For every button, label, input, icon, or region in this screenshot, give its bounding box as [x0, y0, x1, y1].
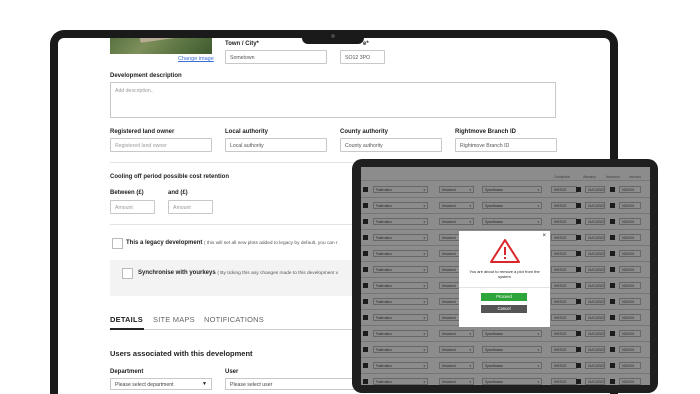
and-label: and (£) [168, 190, 188, 196]
description-label: Development description [110, 73, 182, 79]
modal-divider [459, 287, 550, 288]
active-tab-indicator [110, 328, 144, 330]
camera-notch [302, 30, 364, 44]
tab-site-maps[interactable]: SITE MAPS [153, 315, 195, 324]
user-select[interactable]: Please select user [225, 378, 355, 390]
description-textarea[interactable]: Add description.. [110, 82, 556, 118]
sync-description: ( By ticking this any changes made to th… [217, 271, 339, 276]
change-image-link[interactable]: Change image [178, 56, 214, 62]
local-authority-label: Local authority [225, 129, 269, 135]
cooling-off-label: Cooling off period possible cost retenti… [110, 174, 230, 180]
confirm-modal: × You are about to remove a plot from th… [459, 231, 550, 327]
proceed-button[interactable]: Proceed [481, 293, 527, 301]
legacy-checkbox[interactable] [112, 238, 123, 249]
department-select-value: Please select department [115, 382, 174, 388]
land-owner-label: Registered land owner [110, 129, 175, 135]
postcode-label: e* [363, 41, 369, 47]
user-select-value: Please select user [230, 382, 273, 388]
sync-title: Synchronise with yourkeys [138, 270, 216, 276]
warning-icon [490, 239, 520, 263]
legacy-title: This a legacy development [126, 240, 203, 246]
close-icon[interactable]: × [542, 233, 546, 239]
cancel-button[interactable]: Cancel [481, 305, 527, 313]
amount-from-input[interactable]: Amount [110, 200, 155, 214]
sync-option: Synchronise with yourkeys ( By ticking t… [138, 270, 338, 276]
county-authority-label: County authority [340, 129, 388, 135]
tablet-frame: Completion Warranty Handover Invoiced Fa… [352, 159, 658, 393]
county-authority-input[interactable]: County authority [340, 138, 442, 152]
between-label: Between (£) [110, 190, 144, 196]
chevron-down-icon: ▼ [202, 381, 207, 387]
tab-notifications[interactable]: NOTIFICATIONS [204, 315, 264, 324]
department-select[interactable]: Please select department ▼ [110, 378, 212, 390]
tablet-screen: Completion Warranty Handover Invoiced Fa… [361, 167, 650, 385]
tab-details[interactable]: DETAILS [110, 315, 143, 324]
rightmove-input[interactable]: Rightmove Branch ID [455, 138, 557, 152]
amount-to-input[interactable]: Amount [168, 200, 213, 214]
users-section-title: Users associated with this development [110, 349, 253, 358]
local-authority-input[interactable]: Local authority [225, 138, 327, 152]
development-image [110, 38, 212, 54]
postcode-input[interactable]: SO12 3PO [340, 50, 385, 64]
land-owner-input[interactable]: Registered land owner [110, 138, 212, 152]
rightmove-label: Rightmove Branch ID [455, 129, 517, 135]
town-input[interactable]: Sometown [225, 50, 327, 64]
legacy-option: This a legacy development ( this will se… [126, 240, 338, 246]
town-label: Town / City* [225, 41, 259, 47]
user-label: User [225, 369, 239, 375]
department-label: Department [110, 369, 144, 375]
modal-message: You are about to remove a plot from the … [469, 269, 540, 279]
sync-checkbox[interactable] [122, 268, 133, 279]
legacy-description: ( this will set all new plots added to l… [204, 241, 338, 246]
